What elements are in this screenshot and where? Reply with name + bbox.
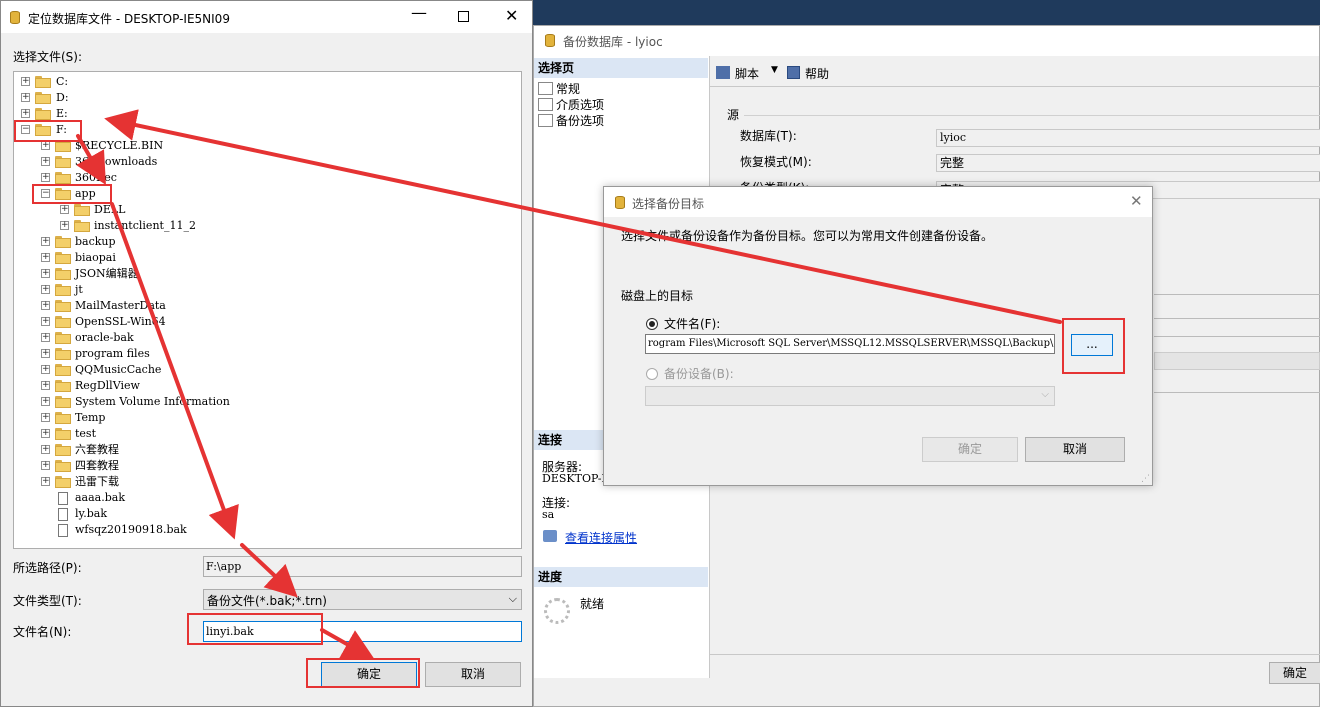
arrow-browse-to-drive	[104, 109, 1062, 324]
annotation-arrows	[76, 109, 1062, 660]
arrow-drive-to-app	[76, 134, 106, 185]
arrow-to-type-field	[240, 543, 298, 598]
arrow-filename-to-ok	[320, 628, 375, 660]
arrow-app-to-type	[110, 202, 239, 540]
